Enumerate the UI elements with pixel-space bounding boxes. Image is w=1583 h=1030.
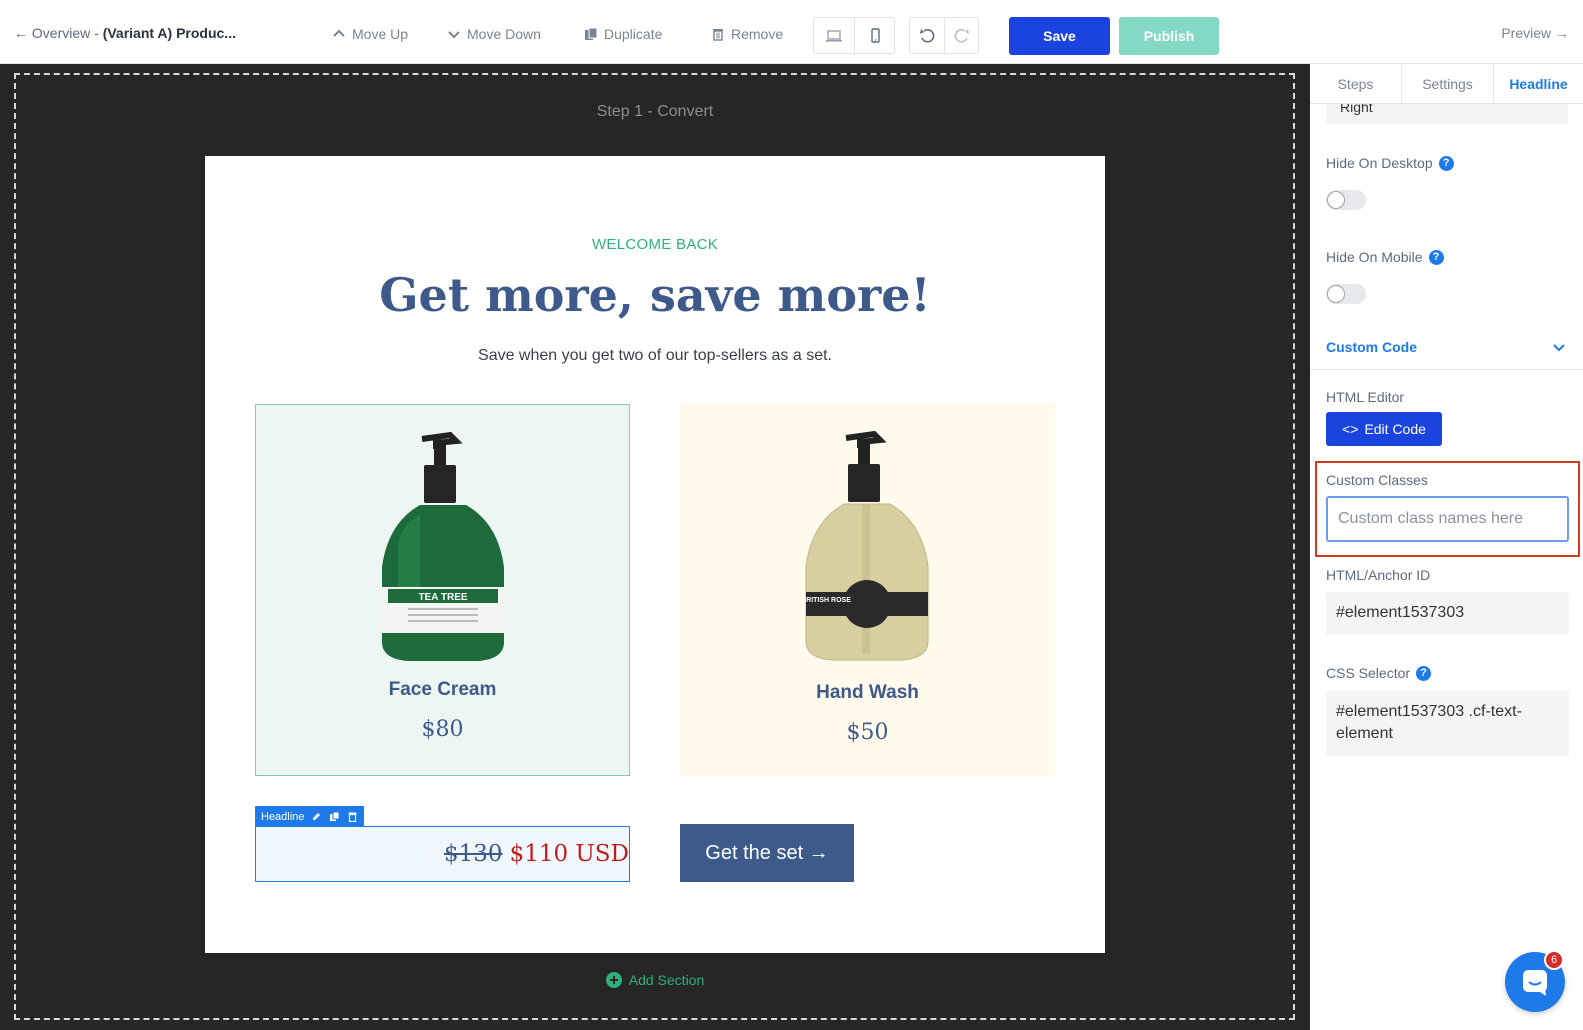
custom-code-label: Custom Code xyxy=(1326,339,1417,355)
help-icon[interactable]: ? xyxy=(1416,665,1432,681)
editor-canvas: Step 1 - Convert WELCOME BACK Get more, … xyxy=(0,64,1310,1030)
hide-mobile-label: Hide On Mobile ? xyxy=(1326,249,1444,265)
preview-link[interactable]: Preview → xyxy=(1501,25,1569,41)
css-selector-text: CSS Selector xyxy=(1326,665,1411,681)
add-section-button[interactable]: Add Section xyxy=(0,972,1310,988)
price-headline-selected[interactable]: $130 $110 USD xyxy=(255,826,630,882)
hide-desktop-label: Hide On Desktop ? xyxy=(1326,155,1454,171)
move-down-button[interactable]: Move Down xyxy=(447,26,541,42)
publish-button[interactable]: Publish xyxy=(1119,17,1219,55)
duplicate-button[interactable]: Duplicate xyxy=(584,26,662,42)
bottle-label-text: TEA TREE xyxy=(418,592,467,603)
help-icon[interactable]: ? xyxy=(1438,155,1454,171)
pencil-icon[interactable] xyxy=(311,811,322,822)
back-label[interactable]: ← Overview - xyxy=(14,25,103,41)
laptop-icon xyxy=(826,29,842,42)
history-controls xyxy=(909,17,979,54)
move-up-button[interactable]: Move Up xyxy=(332,26,408,42)
html-editor-label: HTML Editor xyxy=(1326,389,1405,405)
back-to-overview-link[interactable]: ← Overview - (Variant A) Produc... xyxy=(14,25,236,41)
phone-icon xyxy=(870,27,880,43)
notification-badge: 6 xyxy=(1544,950,1564,970)
page-title: (Variant A) Produc... xyxy=(102,25,236,41)
move-down-label: Move Down xyxy=(467,26,541,42)
bottle-label-text: BRITISH ROSE xyxy=(801,597,851,604)
hide-mobile-text: Hide On Mobile xyxy=(1326,249,1423,265)
main-headline[interactable]: Get more, save more! xyxy=(205,268,1105,322)
old-price: $130 xyxy=(444,841,503,867)
tab-headline[interactable]: Headline xyxy=(1494,64,1583,104)
panel-tabs: Steps Settings Headline xyxy=(1310,64,1583,104)
get-the-set-button[interactable]: Get the set → xyxy=(680,824,854,882)
undo-button[interactable] xyxy=(910,18,944,53)
chevron-down-icon xyxy=(448,31,460,39)
product-card-face-cream[interactable]: TEA TREE Face Cream $80 xyxy=(255,404,630,776)
product-name[interactable]: Face Cream xyxy=(256,679,629,701)
help-icon[interactable]: ? xyxy=(1428,249,1444,265)
clear-bottle-image: BRITISH ROSE xyxy=(801,430,929,661)
redo-icon xyxy=(954,28,969,43)
custom-code-accordion[interactable]: Custom Code xyxy=(1326,339,1566,355)
remove-label: Remove xyxy=(731,26,784,42)
product-price[interactable]: $80 xyxy=(256,717,629,742)
headline-element-tag[interactable]: Headline xyxy=(255,806,365,827)
page-content[interactable]: WELCOME BACK Get more, save more! Save w… xyxy=(205,156,1105,953)
edit-code-label: Edit Code xyxy=(1364,421,1426,437)
add-section-label: Add Section xyxy=(628,972,705,988)
css-selector-label: CSS Selector ? xyxy=(1326,665,1432,681)
tab-steps[interactable]: Steps xyxy=(1310,64,1402,104)
duplicate-icon[interactable] xyxy=(329,811,340,822)
sale-price: $110 USD xyxy=(509,841,629,867)
product-price[interactable]: $50 xyxy=(680,720,1055,745)
duplicate-icon xyxy=(585,27,598,40)
trash-icon xyxy=(713,29,723,41)
hide-desktop-toggle[interactable] xyxy=(1326,190,1366,210)
step-label: Step 1 - Convert xyxy=(596,103,714,120)
tab-settings[interactable]: Settings xyxy=(1402,64,1494,104)
redo-button[interactable] xyxy=(944,18,978,53)
top-toolbar: ← Overview - (Variant A) Produc... Move … xyxy=(0,0,1583,64)
hide-mobile-toggle[interactable] xyxy=(1326,284,1366,304)
hide-desktop-text: Hide On Desktop xyxy=(1326,155,1433,171)
chat-icon xyxy=(1523,970,1547,996)
product-name[interactable]: Hand Wash xyxy=(680,682,1055,704)
toggle-knob xyxy=(1327,191,1345,209)
remove-button[interactable]: Remove xyxy=(711,26,783,42)
custom-classes-input[interactable]: Custom class names here xyxy=(1326,496,1569,542)
code-brackets-icon: <> xyxy=(1342,421,1359,437)
device-switcher xyxy=(813,17,895,54)
product-card-hand-wash[interactable]: BRITISH ROSE Hand Wash $50 xyxy=(680,404,1055,776)
desktop-view-button[interactable] xyxy=(814,18,854,53)
divider xyxy=(1310,369,1583,370)
chevron-down-icon xyxy=(1553,344,1565,352)
anchor-id-field[interactable]: #element1537303 xyxy=(1326,592,1569,635)
custom-classes-label: Custom Classes xyxy=(1326,472,1428,488)
undo-icon xyxy=(920,28,935,43)
plus-circle-icon xyxy=(605,972,622,988)
mobile-view-button[interactable] xyxy=(854,18,894,53)
headline-tag-label: Headline xyxy=(261,810,305,823)
save-button[interactable]: Save xyxy=(1009,17,1110,55)
trash-icon[interactable] xyxy=(347,811,358,822)
welcome-text[interactable]: WELCOME BACK xyxy=(205,236,1105,253)
duplicate-label: Duplicate xyxy=(604,26,663,42)
edit-code-button[interactable]: <> Edit Code xyxy=(1326,412,1442,446)
settings-panel: Right Steps Settings Headline Hide On De… xyxy=(1310,64,1583,1030)
chevron-up-icon xyxy=(333,29,345,37)
anchor-id-label: HTML/Anchor ID xyxy=(1326,567,1431,583)
move-up-label: Move Up xyxy=(352,26,409,42)
toggle-knob xyxy=(1327,285,1345,303)
css-selector-field[interactable]: #element1537303 .cf-text-element xyxy=(1326,691,1569,756)
subheadline[interactable]: Save when you get two of our top-sellers… xyxy=(205,347,1105,365)
green-bottle-image: TEA TREE xyxy=(382,431,504,661)
